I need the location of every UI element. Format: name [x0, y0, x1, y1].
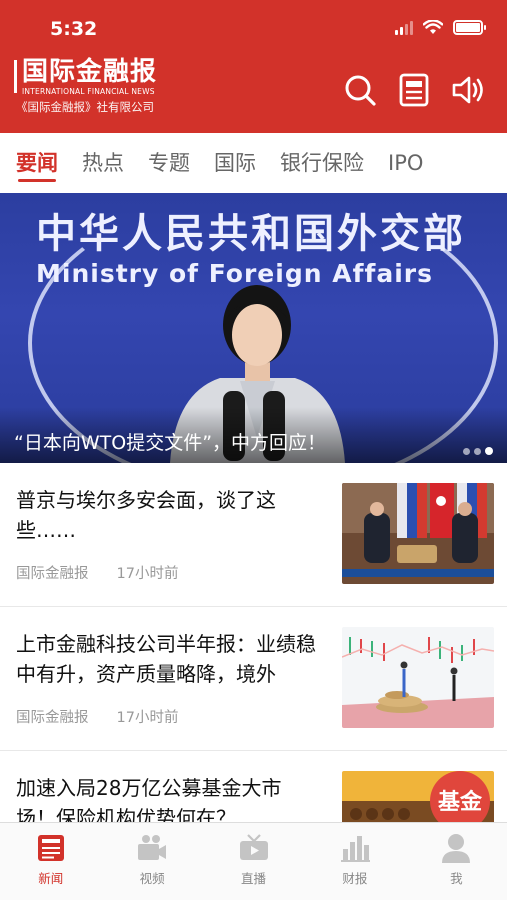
tab-international[interactable]: 国际 — [214, 133, 256, 193]
newspaper-icon[interactable] — [396, 72, 432, 108]
nav-label: 财报 — [342, 871, 368, 886]
brand-logo[interactable]: 国际金融报 INTERNATIONAL FINANCIAL NEWS 《国际金融… — [14, 58, 184, 118]
nav-label: 我 — [450, 871, 463, 886]
news-icon — [34, 831, 68, 865]
bottom-nav: 新闻 视频 直播 财报 我 — [0, 822, 507, 900]
news-title: 普京与埃尔多安会面，谈了这些…… — [16, 488, 276, 542]
battery-icon — [453, 20, 486, 35]
app-screen: 5:32 国际金融报 INTERNATIONAL FINANCIAL NEWS … — [0, 0, 507, 900]
news-thumbnail — [342, 627, 494, 728]
news-title: 上市金融科技公司半年报：业绩稳中有升，资产质量略降，境外 — [16, 632, 316, 686]
bar-chart-icon — [338, 831, 372, 865]
nav-me[interactable]: 我 — [406, 823, 507, 900]
nav-financial-reports[interactable]: 财报 — [304, 823, 405, 900]
hero-caption: “日本向WTO提交文件”，中方回应！ — [14, 432, 327, 454]
nav-label: 新闻 — [38, 871, 64, 886]
nav-live[interactable]: 直播 — [203, 823, 304, 900]
nav-label: 直播 — [241, 871, 267, 886]
brand-name-cn: 国际金融报 — [22, 57, 158, 87]
carousel-dots[interactable] — [463, 447, 493, 455]
tab-hot[interactable]: 热点 — [82, 133, 124, 193]
news-thumbnail — [342, 483, 494, 584]
status-bar: 5:32 — [0, 14, 507, 44]
tv-icon — [237, 831, 271, 865]
video-camera-icon — [135, 831, 169, 865]
news-time: 17小时前 — [116, 710, 179, 726]
nav-label: 视频 — [139, 871, 165, 886]
status-time: 5:32 — [50, 18, 98, 40]
list-item[interactable]: 普京与埃尔多安会面，谈了这些…… 国际金融报 17小时前 — [0, 463, 507, 607]
backdrop-title-cn: 中华人民共和国外交部 — [36, 211, 466, 257]
news-source: 国际金融报 — [16, 566, 89, 582]
hero-banner[interactable]: 中华人民共和国外交部 Ministry of Foreign Affairs “… — [0, 193, 507, 463]
brand-name-en: INTERNATIONAL FINANCIAL NEWS — [22, 87, 155, 96]
tab-ipo[interactable]: IPO — [388, 133, 423, 193]
news-source: 国际金融报 — [16, 710, 89, 726]
header: 5:32 国际金融报 INTERNATIONAL FINANCIAL NEWS … — [0, 0, 507, 133]
list-item[interactable]: 上市金融科技公司半年报：业绩稳中有升，资产质量略降，境外 国际金融报 17小时前 — [0, 607, 507, 751]
news-meta: 国际金融报 17小时前 — [16, 562, 178, 583]
tab-topics[interactable]: 专题 — [148, 133, 190, 193]
signal-icon — [395, 20, 413, 35]
news-meta: 国际金融报 17小时前 — [16, 706, 178, 727]
nav-news[interactable]: 新闻 — [0, 823, 101, 900]
speaker-icon[interactable] — [450, 72, 486, 108]
tab-headlines[interactable]: 要闻 — [16, 133, 58, 193]
brand-company: 《国际金融报》社有限公司 — [16, 100, 154, 114]
search-icon[interactable] — [342, 72, 378, 108]
wifi-icon — [423, 20, 443, 34]
status-icons — [395, 20, 486, 35]
category-tabs: 要闻 热点 专题 国际 银行保险 IPO — [0, 133, 507, 193]
nav-video[interactable]: 视频 — [101, 823, 202, 900]
tab-banking-insurance[interactable]: 银行保险 — [280, 133, 364, 193]
thumbnail-label: 基金 — [438, 789, 483, 815]
news-time: 17小时前 — [116, 566, 179, 582]
user-icon — [439, 831, 473, 865]
